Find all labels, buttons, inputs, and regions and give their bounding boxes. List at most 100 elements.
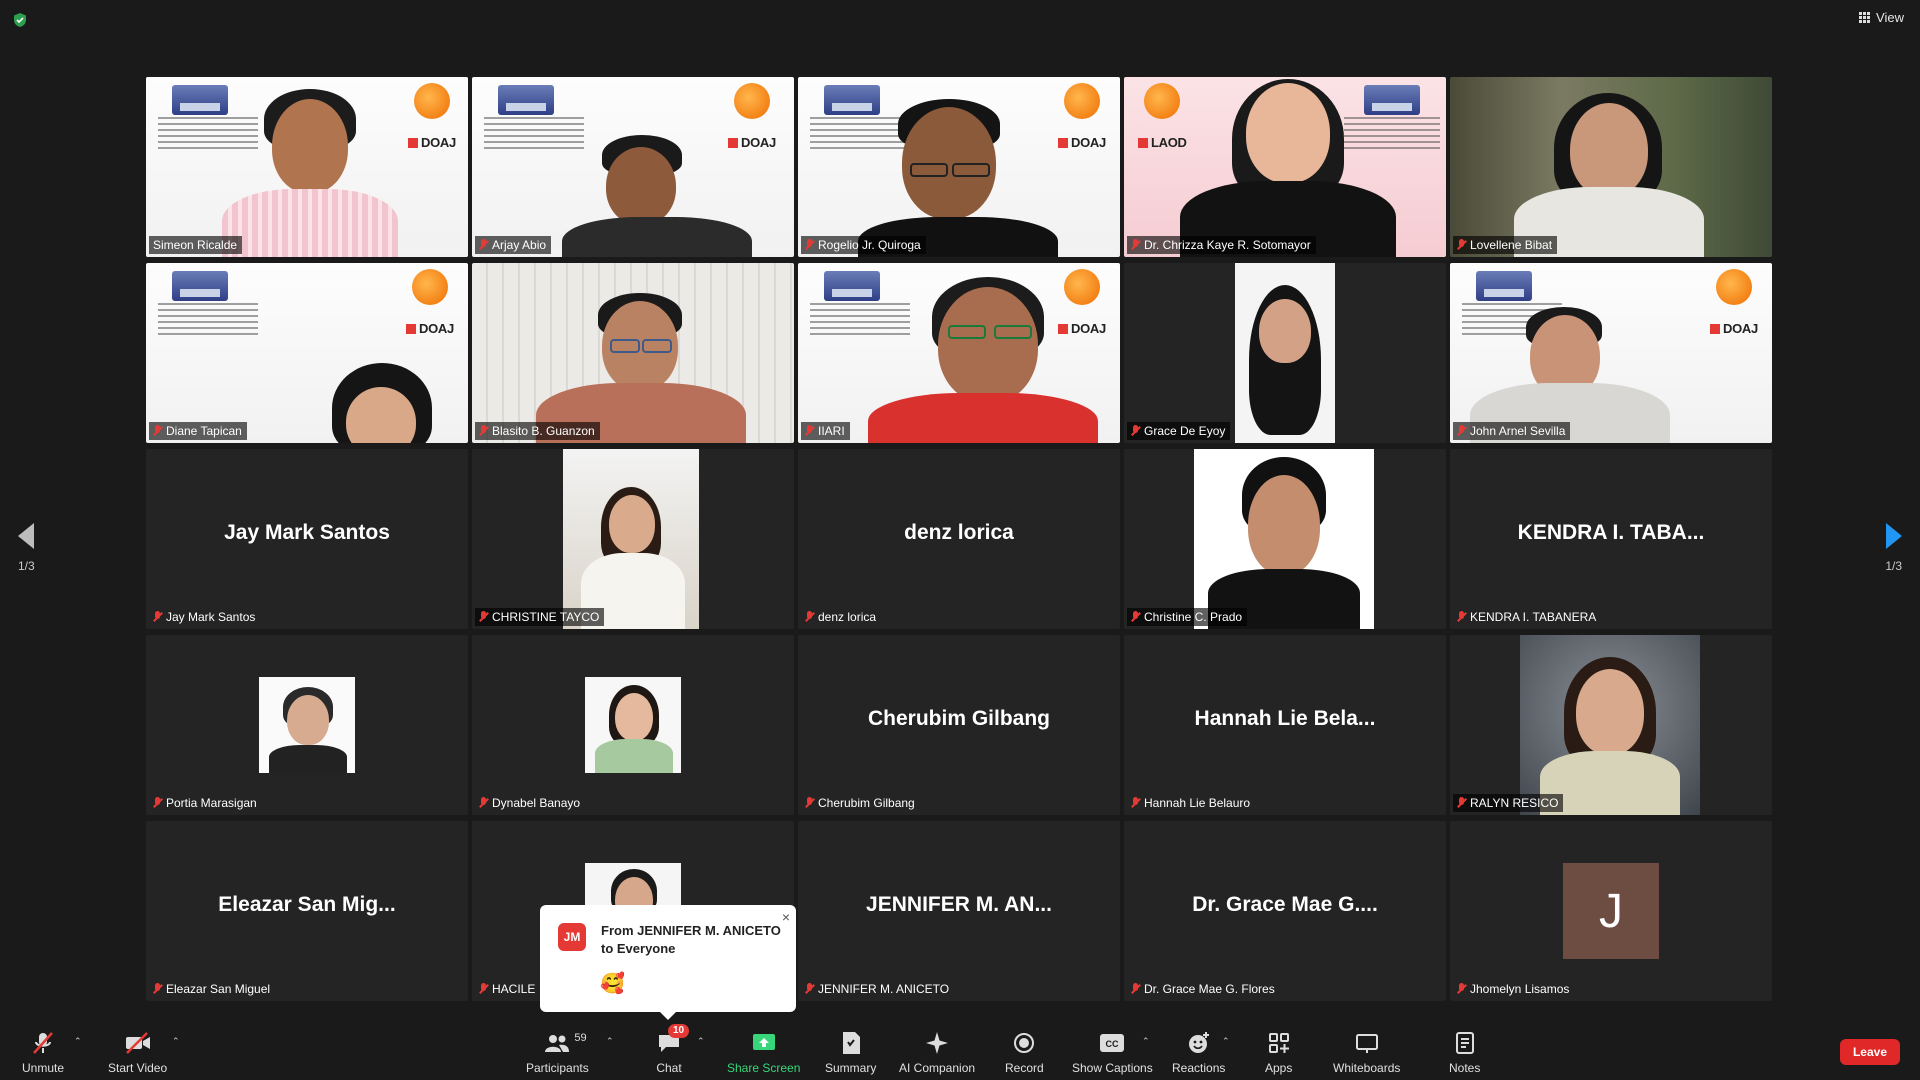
participant-name: HACILE xyxy=(492,982,536,996)
participant-name: KENDRA I. TABANERA xyxy=(1470,610,1597,624)
previous-page-button[interactable]: 1/3 xyxy=(18,523,35,573)
sender-avatar: JM xyxy=(558,923,586,951)
reactions-label: Reactions xyxy=(1172,1061,1226,1075)
reactions-button[interactable]: Reactions xyxy=(1172,1030,1225,1075)
participant-name: Diane Tapican xyxy=(166,424,242,438)
participants-button[interactable]: 59 Participants xyxy=(526,1030,589,1075)
participant-name-tag: John Arnel Sevilla xyxy=(1453,422,1571,440)
participant-tile[interactable]: Jay Mark Santos Jay Mark Santos xyxy=(146,449,468,629)
participant-name-tag: Jhomelyn Lisamos xyxy=(1453,980,1574,998)
unmute-label: Unmute xyxy=(22,1061,65,1075)
participant-tile[interactable]: Hannah Lie Bela... Hannah Lie Belauro xyxy=(1124,635,1446,815)
chat-button[interactable]: 10 Chat xyxy=(656,1024,690,1075)
participant-tile[interactable]: Lovellene Bibat xyxy=(1450,77,1772,257)
mic-muted-icon xyxy=(1457,239,1466,251)
microphone-muted-icon xyxy=(30,1030,56,1056)
participant-tile[interactable]: LAOD Dr. Chrizza Kaye R. Sotomayor xyxy=(1124,77,1446,257)
participant-name: Grace De Eyoy xyxy=(1144,424,1226,438)
participant-tile[interactable]: Cherubim Gilbang Cherubim Gilbang xyxy=(798,635,1120,815)
share-screen-button[interactable]: Share Screen xyxy=(727,1030,800,1075)
participant-tile[interactable]: DOAJ Simeon Ricalde xyxy=(146,77,468,257)
share-screen-icon xyxy=(751,1030,777,1056)
profile-photo xyxy=(1520,635,1700,815)
participant-name-tag: RALYN RESICO xyxy=(1453,794,1564,812)
mic-muted-icon xyxy=(805,611,814,623)
video-options-caret[interactable]: ⌃ xyxy=(172,1036,180,1047)
participant-tile[interactable]: Christine C. Prado xyxy=(1124,449,1446,629)
view-button-label: View xyxy=(1876,10,1904,25)
participant-tile[interactable]: DOAJ Diane Tapican xyxy=(146,263,468,443)
apps-button[interactable]: Apps xyxy=(1265,1030,1292,1075)
participant-name: denz lorica xyxy=(818,610,877,624)
participant-tile[interactable]: Dr. Grace Mae G.... Dr. Grace Mae G. Flo… xyxy=(1124,821,1446,1001)
mic-muted-icon xyxy=(479,983,488,995)
arrow-right-icon xyxy=(1885,523,1902,549)
participant-name: Hannah Lie Belauro xyxy=(1144,796,1251,810)
participant-display-name: Eleazar San Mig... xyxy=(218,893,396,916)
reactions-options-caret[interactable]: ⌃ xyxy=(1222,1036,1230,1047)
mic-muted-icon xyxy=(153,983,162,995)
mic-muted-icon xyxy=(479,611,488,623)
participant-tile[interactable]: Blasito B. Guanzon xyxy=(472,263,794,443)
profile-photo xyxy=(563,449,699,629)
participant-tile[interactable]: DOAJ Rogelio Jr. Quiroga xyxy=(798,77,1120,257)
profile-photo xyxy=(585,677,681,773)
show-captions-button[interactable]: CC Show Captions xyxy=(1072,1030,1153,1075)
participant-tile[interactable]: J Jhomelyn Lisamos xyxy=(1450,821,1772,1001)
whiteboards-button[interactable]: Whiteboards xyxy=(1333,1030,1400,1075)
participants-options-caret[interactable]: ⌃ xyxy=(606,1036,614,1047)
participants-label: Participants xyxy=(526,1061,589,1075)
participant-display-name: KENDRA I. TABA... xyxy=(1517,521,1705,544)
view-button[interactable]: View xyxy=(1859,10,1904,25)
mic-muted-icon xyxy=(805,797,814,809)
participant-tile[interactable]: DOAJ Arjay Abio xyxy=(472,77,794,257)
sparkle-icon xyxy=(924,1030,950,1056)
participant-tile[interactable]: DOAJ John Arnel Sevilla xyxy=(1450,263,1772,443)
smiley-face-icon xyxy=(1186,1030,1212,1056)
participant-tile[interactable]: Dynabel Banayo xyxy=(472,635,794,815)
page-indicator-left: 1/3 xyxy=(18,559,35,573)
participant-tile[interactable]: RALYN RESICO xyxy=(1450,635,1772,815)
mic-muted-icon xyxy=(1131,983,1140,995)
participant-name: Dr. Chrizza Kaye R. Sotomayor xyxy=(1144,238,1311,252)
chat-notification[interactable]: JM From JENNIFER M. ANICETO to Everyone … xyxy=(540,905,796,1020)
participant-tile[interactable]: Portia Marasigan xyxy=(146,635,468,815)
participant-tile[interactable]: JENNIFER M. AN... JENNIFER M. ANICETO xyxy=(798,821,1120,1001)
participant-name-tag: Jay Mark Santos xyxy=(149,608,260,626)
grid-view-icon xyxy=(1859,12,1871,23)
security-shield-icon[interactable] xyxy=(12,12,28,28)
summary-button[interactable]: Summary xyxy=(825,1030,876,1075)
participant-tile[interactable]: KENDRA I. TABA... KENDRA I. TABANERA xyxy=(1450,449,1772,629)
participant-tile[interactable]: Eleazar San Mig... Eleazar San Miguel xyxy=(146,821,468,1001)
chat-message-emoji: 🥰 xyxy=(600,973,625,995)
mic-muted-icon xyxy=(1457,425,1466,437)
leave-button[interactable]: Leave xyxy=(1839,1039,1900,1065)
chat-icon: 10 xyxy=(656,1024,690,1056)
next-page-button[interactable]: 1/3 xyxy=(1885,523,1902,573)
mic-muted-icon xyxy=(1457,797,1466,809)
participant-tile[interactable]: Grace De Eyoy xyxy=(1124,263,1446,443)
chat-options-caret[interactable]: ⌃ xyxy=(697,1036,705,1047)
record-button[interactable]: Record xyxy=(1005,1030,1044,1075)
captions-options-caret[interactable]: ⌃ xyxy=(1142,1036,1150,1047)
start-video-button[interactable]: Start Video xyxy=(108,1030,167,1075)
participant-tile[interactable]: denz lorica denz lorica xyxy=(798,449,1120,629)
ai-companion-button[interactable]: AI Companion xyxy=(899,1030,975,1075)
close-icon[interactable]: × xyxy=(782,909,790,925)
mic-muted-icon xyxy=(479,425,488,437)
notes-button[interactable]: Notes xyxy=(1449,1030,1480,1075)
participant-name-tag: Blasito B. Guanzon xyxy=(475,422,600,440)
participant-tile[interactable]: CHRISTINE TAYCO xyxy=(472,449,794,629)
participant-name: Cherubim Gilbang xyxy=(818,796,915,810)
doaj-logo: LAOD xyxy=(1138,135,1187,150)
notes-icon xyxy=(1452,1030,1478,1056)
participant-name-tag: Christine C. Prado xyxy=(1127,608,1248,626)
participant-tile[interactable]: DOAJ IIARI xyxy=(798,263,1120,443)
participant-name-tag: Eleazar San Miguel xyxy=(149,980,275,998)
participant-name-tag: HACILE xyxy=(475,980,540,998)
participant-name: John Arnel Sevilla xyxy=(1470,424,1566,438)
participant-name-tag: Cherubim Gilbang xyxy=(801,794,920,812)
participant-name-tag: Arjay Abio xyxy=(475,236,552,254)
audio-options-caret[interactable]: ⌃ xyxy=(74,1036,82,1047)
unmute-button[interactable]: Unmute xyxy=(22,1030,64,1075)
